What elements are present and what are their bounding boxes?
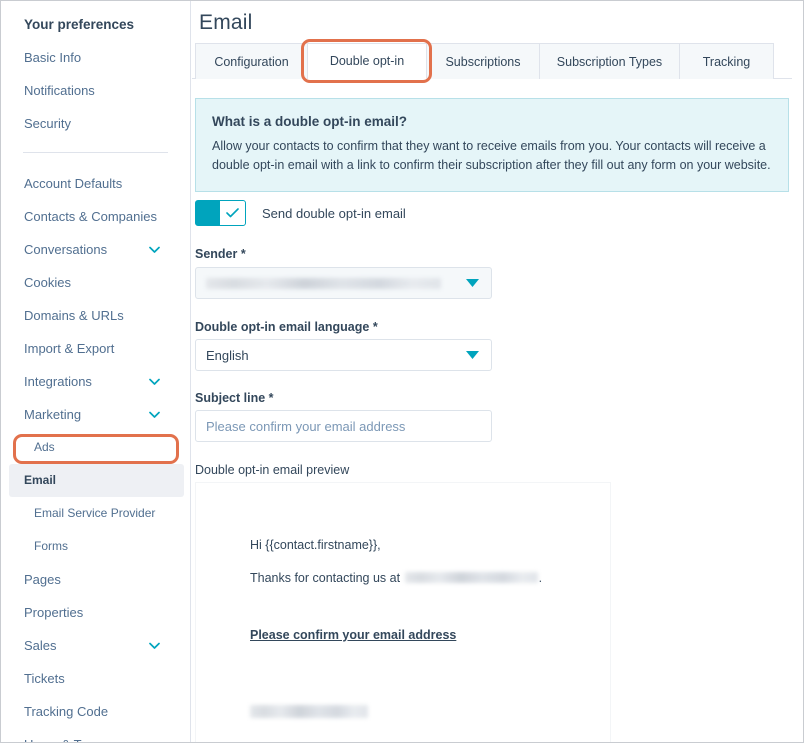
sidebar-item-users-teams[interactable]: Users & Teams [1, 728, 190, 742]
sidebar-item-sales[interactable]: Sales [1, 629, 190, 662]
page-title: Email [199, 11, 253, 34]
sidebar-item-label: Tracking Code [24, 704, 109, 719]
subject-value: Please confirm your email address [206, 418, 406, 434]
sidebar-item-contacts-companies[interactable]: Contacts & Companies [1, 200, 190, 233]
tab-subscription-types[interactable]: Subscription Types [540, 43, 680, 79]
email-preview: Hi {{contact.firstname}}, Thanks for con… [195, 482, 611, 742]
sender-label: Sender * [195, 247, 246, 261]
sidebar-item-label: Email [24, 473, 57, 487]
sidebar-item-label: Domains & URLs [24, 308, 124, 323]
sidebar-item-integrations[interactable]: Integrations [1, 365, 190, 398]
sender-required-marker: * [240, 247, 246, 261]
preview-body-prefix: Thanks for contacting us at [250, 571, 401, 585]
preview-email-redacted [404, 572, 538, 583]
main-content: Email Configuration Double opt-in Subscrip… [192, 1, 803, 742]
tab-subscriptions[interactable]: Subscriptions [427, 43, 540, 79]
chevron-down-icon [466, 351, 479, 359]
sidebar-item-label: Integrations [24, 374, 92, 389]
sidebar-item-label: Properties [24, 605, 84, 620]
sidebar-item-label: Users & Teams [24, 737, 112, 742]
sidebar-item-tickets[interactable]: Tickets [1, 662, 190, 695]
check-icon [226, 208, 239, 218]
sidebar-item-label: Sales [24, 638, 57, 653]
sidebar-group-account: Account Defaults Contacts & Companies Conv… [1, 167, 190, 742]
info-banner: What is a double opt-in email? Allow you… [195, 98, 789, 192]
sidebar-item-label: Ads [34, 440, 55, 454]
preview-body-suffix: . [538, 571, 543, 585]
sidebar-item-notifications[interactable]: Notifications [1, 74, 190, 107]
sidebar-item-forms[interactable]: Forms [1, 530, 190, 563]
tab-tracking[interactable]: Tracking [680, 43, 774, 79]
sidebar-item-label: Cookies [24, 275, 71, 290]
preview-body: Thanks for contacting us at . [250, 571, 542, 585]
chevron-down-icon [149, 642, 160, 649]
sidebar-item-marketing[interactable]: Marketing [1, 398, 190, 431]
sidebar-item-label: Conversations [24, 242, 108, 257]
language-label: Double opt-in email language * [195, 320, 378, 334]
sidebar-item-security[interactable]: Security [1, 107, 190, 140]
info-banner-title: What is a double opt-in email? [212, 114, 408, 129]
send-double-optin-toggle[interactable] [195, 200, 246, 226]
subject-input[interactable]: Please confirm your email address [195, 410, 492, 442]
sidebar-item-label: Notifications [24, 83, 95, 98]
language-required-marker: * [372, 320, 378, 334]
sidebar-item-email[interactable]: Email [9, 464, 184, 497]
tab-label: Double opt-in [329, 54, 405, 68]
sidebar-item-label: Contacts & Companies [24, 209, 157, 224]
subject-label: Subject line * [195, 391, 274, 405]
sender-value-redacted [206, 277, 441, 289]
sidebar-item-ads[interactable]: Ads [1, 431, 190, 464]
preview-footer-redacted [250, 705, 368, 718]
tab-double-opt-in[interactable]: Double opt-in [308, 43, 427, 79]
sidebar-item-basic-info[interactable]: Basic Info [1, 41, 190, 74]
tab-label: Tracking [702, 54, 751, 69]
sidebar-item-domains-urls[interactable]: Domains & URLs [1, 299, 190, 332]
sidebar-item-import-export[interactable]: Import & Export [1, 332, 190, 365]
app-window: Your preferences Basic Info Notifications… [0, 0, 804, 743]
sidebar-item-account-defaults[interactable]: Account Defaults [1, 167, 190, 200]
settings-sidebar: Your preferences Basic Info Notifications… [1, 1, 191, 742]
sidebar-group-preferences: Basic Info Notifications Security [1, 41, 190, 140]
sidebar-item-label: Forms [34, 539, 68, 553]
info-banner-body: Allow your contacts to confirm that they… [212, 139, 771, 172]
toggle-track [196, 201, 220, 225]
sidebar-item-pages[interactable]: Pages [1, 563, 190, 596]
preview-label: Double opt-in email preview [195, 463, 350, 477]
sidebar-item-label: Basic Info [24, 50, 82, 65]
tab-label: Configuration [214, 54, 289, 69]
sidebar-item-label: Import & Export [24, 341, 115, 356]
chevron-down-icon [466, 279, 479, 287]
sidebar-item-label: Tickets [24, 671, 65, 686]
sidebar-divider [23, 152, 168, 153]
chevron-down-icon [149, 411, 160, 418]
sidebar-item-label: Security [24, 116, 71, 131]
sidebar-heading: Your preferences [24, 17, 135, 32]
chevron-down-icon [149, 378, 160, 385]
tab-label: Subscriptions [445, 54, 521, 69]
tab-configuration[interactable]: Configuration [195, 43, 308, 79]
sender-select[interactable] [195, 267, 492, 299]
language-value: English [206, 347, 249, 363]
sidebar-item-cookies[interactable]: Cookies [1, 266, 190, 299]
tab-label: Subscription Types [556, 54, 663, 69]
toggle-knob [220, 201, 245, 225]
sidebar-item-label: Account Defaults [24, 176, 123, 191]
sidebar-item-label: Pages [24, 572, 61, 587]
sidebar-item-conversations[interactable]: Conversations [1, 233, 190, 266]
preview-greeting: Hi {{contact.firstname}}, [250, 538, 381, 552]
language-select[interactable]: English [195, 339, 492, 371]
subject-required-marker: * [268, 391, 274, 405]
sidebar-item-email-service-provider[interactable]: Email Service Provider [1, 497, 190, 530]
tab-bar: Configuration Double opt-in Subscriptions S… [192, 43, 792, 79]
sidebar-item-label: Email Service Provider [34, 506, 156, 520]
chevron-down-icon [149, 246, 160, 253]
sidebar-item-label: Marketing [24, 407, 82, 422]
sidebar-item-properties[interactable]: Properties [1, 596, 190, 629]
preview-confirm-link[interactable]: Please confirm your email address [250, 628, 456, 642]
send-double-optin-row: Send double opt-in email [195, 200, 406, 226]
send-double-optin-label: Send double opt-in email [262, 205, 406, 221]
sidebar-item-tracking-code[interactable]: Tracking Code [1, 695, 190, 728]
